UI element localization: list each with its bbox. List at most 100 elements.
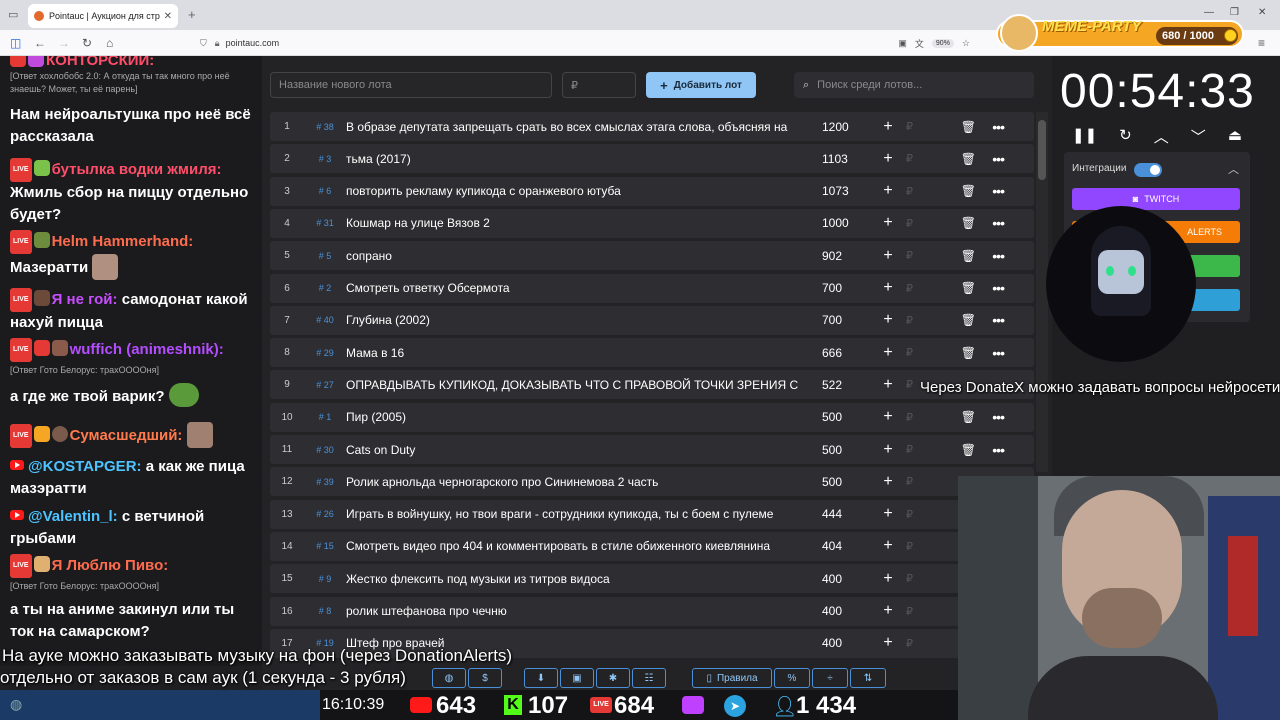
address-bar[interactable]: ⛉ 🔒︎ pointauc.com ▣ 文 90% ☆ bbox=[200, 34, 970, 52]
lot-amount[interactable]: 500 bbox=[810, 410, 870, 424]
ruble-input-icon[interactable]: ₽ bbox=[906, 475, 936, 488]
sort-button[interactable]: ⇅ bbox=[850, 668, 886, 688]
twitch-button[interactable]: ◙ TWITCH bbox=[1072, 188, 1240, 210]
rules-button[interactable]: ▯ Правила bbox=[692, 668, 772, 688]
ruble-input-icon[interactable]: ₽ bbox=[906, 249, 936, 262]
add-amount-icon[interactable]: + bbox=[870, 279, 906, 297]
split-button[interactable]: ÷ bbox=[812, 668, 848, 688]
lot-amount[interactable]: 500 bbox=[810, 443, 870, 457]
ruble-input-icon[interactable]: ₽ bbox=[906, 217, 936, 230]
lot-amount[interactable]: 522 bbox=[810, 378, 870, 392]
github-button[interactable]: ◍ bbox=[432, 668, 466, 688]
more-icon[interactable]: ••• bbox=[976, 248, 1005, 264]
lot-id[interactable]: # 26 bbox=[304, 509, 346, 519]
lot-amount[interactable]: 400 bbox=[810, 604, 870, 618]
lot-id[interactable]: # 30 bbox=[304, 445, 346, 455]
close-tab-icon[interactable]: ✕ bbox=[164, 11, 172, 22]
donate-button[interactable]: $ bbox=[468, 668, 502, 688]
lot-row[interactable]: 11 # 30 Cats on Duty 500 + ₽ 🗑︎ ••• bbox=[270, 435, 1034, 464]
lot-id[interactable]: # 2 bbox=[304, 283, 346, 293]
more-icon[interactable]: ••• bbox=[976, 119, 1005, 135]
lot-id[interactable]: # 15 bbox=[304, 541, 346, 551]
lot-id[interactable]: # 5 bbox=[304, 251, 346, 261]
percent-button[interactable]: % bbox=[774, 668, 810, 688]
lot-name[interactable]: Глубина (2002) bbox=[346, 313, 810, 327]
add-amount-icon[interactable]: + bbox=[870, 311, 906, 329]
ruble-input-icon[interactable]: ₽ bbox=[906, 637, 936, 650]
lot-amount[interactable]: 1000 bbox=[810, 216, 870, 230]
collapse-icon[interactable]: ︿ bbox=[1228, 161, 1239, 177]
integrations-toggle[interactable] bbox=[1134, 163, 1162, 177]
lot-name[interactable]: Ролик арнольда черногарского про Сининем… bbox=[346, 475, 810, 489]
settings-button[interactable]: ☷ bbox=[632, 668, 666, 688]
add-amount-icon[interactable]: + bbox=[870, 150, 906, 168]
lot-name[interactable]: Мама в 16 bbox=[346, 346, 810, 360]
tab-list-icon[interactable]: ▭ bbox=[8, 8, 18, 21]
zoom-level[interactable]: 90% bbox=[931, 38, 954, 48]
ruble-input-icon[interactable]: ₽ bbox=[906, 605, 936, 618]
lot-row[interactable]: 10 # 1 Пир (2005) 500 + ₽ 🗑︎ ••• bbox=[270, 402, 1034, 432]
lot-amount[interactable]: 400 bbox=[810, 572, 870, 586]
lot-name[interactable]: Смотреть ответку Обсермота bbox=[346, 281, 810, 295]
browser-tab[interactable]: Pointauc | Аукцион для стрим ✕ bbox=[28, 4, 178, 28]
lot-name[interactable]: Жестко флексить под музыки из титров вид… bbox=[346, 572, 810, 586]
lot-row[interactable]: 13 # 26 Играть в войнушку, но твои враги -… bbox=[270, 499, 1034, 529]
save-button[interactable]: ▣ bbox=[560, 668, 594, 688]
delete-icon[interactable]: 🗑︎ bbox=[936, 410, 976, 424]
delete-icon[interactable]: 🗑︎ bbox=[936, 120, 976, 134]
lot-amount[interactable]: 700 bbox=[810, 281, 870, 295]
menu-icon[interactable]: ≡ bbox=[1258, 36, 1265, 50]
ruble-input-icon[interactable]: ₽ bbox=[906, 411, 936, 424]
lot-id[interactable]: # 29 bbox=[304, 348, 346, 358]
translate-icon[interactable]: 文 bbox=[915, 37, 924, 50]
lot-amount[interactable]: 666 bbox=[810, 346, 870, 360]
add-amount-icon[interactable]: + bbox=[870, 473, 906, 491]
lot-name[interactable]: тьма (2017) bbox=[346, 152, 810, 166]
lot-name[interactable]: В образе депутата запрещать срать во все… bbox=[346, 120, 810, 134]
ruble-input-icon[interactable]: ₽ bbox=[906, 152, 936, 165]
lot-name[interactable]: ОПРАВДЫВАТЬ КУПИКОД, ДОКАЗЫВАТЬ ЧТО С ПР… bbox=[346, 378, 810, 392]
lot-name[interactable]: Смотреть видео про 404 и комментировать … bbox=[346, 539, 810, 553]
delete-icon[interactable]: 🗑︎ bbox=[936, 184, 976, 198]
add-amount-icon[interactable]: + bbox=[870, 118, 906, 136]
new-lot-amount-input[interactable]: ₽ bbox=[562, 72, 636, 98]
download-button[interactable]: ⬇ bbox=[524, 668, 558, 688]
close-window-icon[interactable]: ✕ bbox=[1258, 7, 1266, 18]
more-icon[interactable]: ••• bbox=[976, 183, 1005, 199]
more-icon[interactable]: ••• bbox=[976, 151, 1005, 167]
delete-icon[interactable]: 🗑︎ bbox=[936, 281, 976, 295]
eject-icon[interactable]: ⏏ bbox=[1228, 126, 1242, 147]
lot-amount[interactable]: 404 bbox=[810, 539, 870, 553]
lot-amount[interactable]: 700 bbox=[810, 313, 870, 327]
bug-button[interactable]: ✱ bbox=[596, 668, 630, 688]
delete-icon[interactable]: 🗑︎ bbox=[936, 216, 976, 230]
add-amount-icon[interactable]: + bbox=[870, 602, 906, 620]
scrollbar-thumb[interactable] bbox=[1038, 120, 1046, 180]
add-amount-icon[interactable]: + bbox=[870, 376, 906, 394]
more-icon[interactable]: ••• bbox=[976, 215, 1005, 231]
lot-row[interactable]: 8 # 29 Мама в 16 666 + ₽ 🗑︎ ••• bbox=[270, 338, 1034, 368]
more-icon[interactable]: ••• bbox=[976, 345, 1005, 361]
reader-icon[interactable]: ▣ bbox=[898, 38, 907, 49]
lot-id[interactable]: # 31 bbox=[304, 218, 346, 228]
more-icon[interactable]: ••• bbox=[976, 280, 1005, 296]
lot-row[interactable]: 3 # 6 повторить рекламу купикода с оранжев… bbox=[270, 176, 1034, 206]
reset-icon[interactable]: ↻ bbox=[1119, 126, 1132, 147]
add-amount-icon[interactable]: + bbox=[870, 505, 906, 523]
search-lots-input[interactable]: ⌕ Поиск среди лотов... bbox=[794, 72, 1034, 98]
delete-icon[interactable]: 🗑︎ bbox=[936, 152, 976, 166]
lot-id[interactable]: # 39 bbox=[304, 477, 346, 487]
add-amount-icon[interactable]: + bbox=[870, 634, 906, 652]
lot-name[interactable]: повторить рекламу купикода с оранжевого … bbox=[346, 184, 810, 198]
ruble-input-icon[interactable]: ₽ bbox=[906, 443, 936, 456]
bookmark-star-icon[interactable]: ☆ bbox=[962, 38, 970, 49]
add-amount-icon[interactable]: + bbox=[870, 247, 906, 265]
chevron-down-icon[interactable]: ﹀ bbox=[1191, 126, 1206, 147]
delete-icon[interactable]: 🗑︎ bbox=[936, 346, 976, 360]
sidebar-icon[interactable]: ◫ bbox=[10, 36, 21, 50]
delete-icon[interactable]: 🗑︎ bbox=[936, 249, 976, 263]
lot-id[interactable]: # 9 bbox=[304, 574, 346, 584]
lot-id[interactable]: # 27 bbox=[304, 380, 346, 390]
lot-row[interactable]: 14 # 15 Смотреть видео про 404 и комментир… bbox=[270, 531, 1034, 561]
ruble-input-icon[interactable]: ₽ bbox=[906, 120, 936, 133]
